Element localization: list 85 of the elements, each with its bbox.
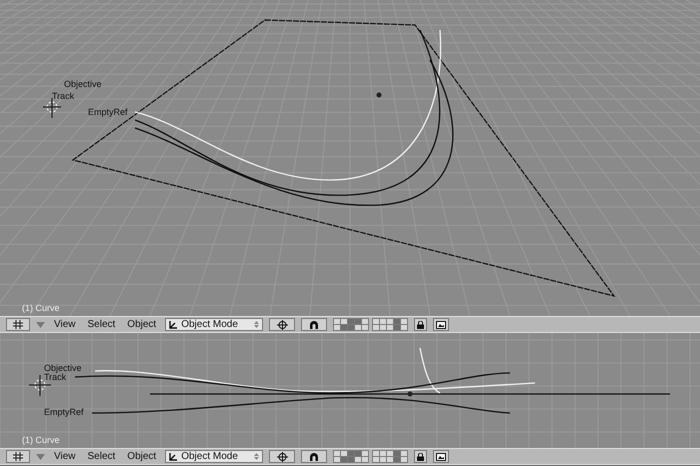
editor-type-button[interactable] xyxy=(6,450,30,463)
shading-dropdown[interactable] xyxy=(301,318,328,331)
lock-button[interactable] xyxy=(414,450,428,463)
object-label: EmptyRef xyxy=(44,408,84,417)
layer-toggle[interactable] xyxy=(394,451,400,456)
updown-icon xyxy=(254,453,260,460)
menu-item[interactable]: Select xyxy=(84,452,118,462)
layer-toggle[interactable] xyxy=(401,325,408,330)
object-origin xyxy=(376,92,382,98)
layer-toggle[interactable] xyxy=(380,457,386,462)
object-label: Track xyxy=(52,92,74,101)
layer-toggle[interactable] xyxy=(334,457,340,462)
layer-toggle[interactable] xyxy=(373,457,380,462)
layer-toggle[interactable] xyxy=(380,325,386,330)
mode-dropdown[interactable]: Object Mode xyxy=(165,450,264,463)
layer-toggle[interactable] xyxy=(394,325,400,330)
layer-toggle[interactable] xyxy=(394,457,400,462)
layer-toggle[interactable] xyxy=(362,319,368,324)
menu-item[interactable]: Object xyxy=(124,452,160,462)
layer-toggle[interactable] xyxy=(394,319,400,324)
shading-icon xyxy=(309,320,320,329)
layer-toggle[interactable] xyxy=(334,325,340,330)
layer-toggle[interactable] xyxy=(362,451,368,456)
layer-toggle[interactable] xyxy=(341,457,348,462)
info-text: (1) Curve xyxy=(22,304,60,313)
layer-toggle[interactable] xyxy=(387,319,394,324)
menu-item[interactable]: View xyxy=(51,320,78,330)
menu-item[interactable]: View xyxy=(51,452,78,462)
updown-icon xyxy=(254,321,260,328)
lock-button[interactable] xyxy=(414,318,428,331)
object-label: EmptyRef xyxy=(88,108,128,117)
object-origin xyxy=(408,392,412,396)
grid-icon xyxy=(13,320,23,329)
layer-toggle[interactable] xyxy=(380,319,386,324)
layer-toggle[interactable] xyxy=(380,451,386,456)
pivot-dropdown[interactable] xyxy=(269,450,296,463)
pivot-dropdown[interactable] xyxy=(269,318,296,331)
editor-type-button[interactable] xyxy=(6,318,30,331)
layer-toggle[interactable] xyxy=(341,451,348,456)
object-label: Objective xyxy=(64,80,102,89)
mode-icon xyxy=(169,452,178,461)
shading-dropdown[interactable] xyxy=(301,450,328,463)
lock-icon xyxy=(417,320,424,328)
shading-icon xyxy=(309,452,320,461)
empty-object-drawing xyxy=(42,98,62,118)
layer-toggle[interactable] xyxy=(401,457,408,462)
layer-toggle[interactable] xyxy=(373,325,380,330)
layer-toggle[interactable] xyxy=(401,451,408,456)
layer-toggle[interactable] xyxy=(362,325,368,330)
layer-toggle[interactable] xyxy=(341,325,348,330)
layer-toggle[interactable] xyxy=(373,319,380,324)
layer-toggle[interactable] xyxy=(387,451,394,456)
layer-toggle[interactable] xyxy=(373,451,380,456)
pivot-icon xyxy=(276,320,288,330)
layer-toggle[interactable] xyxy=(355,451,362,456)
layer-toggle[interactable] xyxy=(387,457,394,462)
layer-toggle[interactable] xyxy=(348,451,354,456)
layer-toggle[interactable] xyxy=(362,457,368,462)
info-text: (1) Curve xyxy=(22,436,60,445)
triangle-icon[interactable] xyxy=(36,322,45,328)
render-button[interactable] xyxy=(433,450,450,463)
render-button[interactable] xyxy=(433,318,450,331)
mode-dropdown[interactable]: Object Mode xyxy=(165,318,264,331)
triangle-icon[interactable] xyxy=(36,454,45,460)
layer-toggle[interactable] xyxy=(401,319,408,324)
image-icon xyxy=(436,320,446,328)
layer-toggle[interactable] xyxy=(387,325,394,330)
object-label: Track xyxy=(44,373,66,382)
layer-toggle[interactable] xyxy=(348,319,354,324)
layer-toggle[interactable] xyxy=(355,457,362,462)
lock-icon xyxy=(417,452,424,460)
image-icon xyxy=(436,452,446,460)
layer-toggle[interactable] xyxy=(348,325,354,330)
menu-item[interactable]: Select xyxy=(84,320,118,330)
layer-toggle[interactable] xyxy=(355,325,362,330)
pivot-icon xyxy=(276,452,288,462)
layer-toggle[interactable] xyxy=(334,451,340,456)
menu-item[interactable]: Object xyxy=(124,320,160,330)
layer-toggle[interactable] xyxy=(334,319,340,324)
layer-toggle[interactable] xyxy=(348,457,354,462)
layer-toggle[interactable] xyxy=(341,319,348,324)
layer-toggle[interactable] xyxy=(355,319,362,324)
mode-icon xyxy=(169,320,178,329)
object-label: Objective xyxy=(44,364,82,373)
grid-icon xyxy=(13,452,23,461)
